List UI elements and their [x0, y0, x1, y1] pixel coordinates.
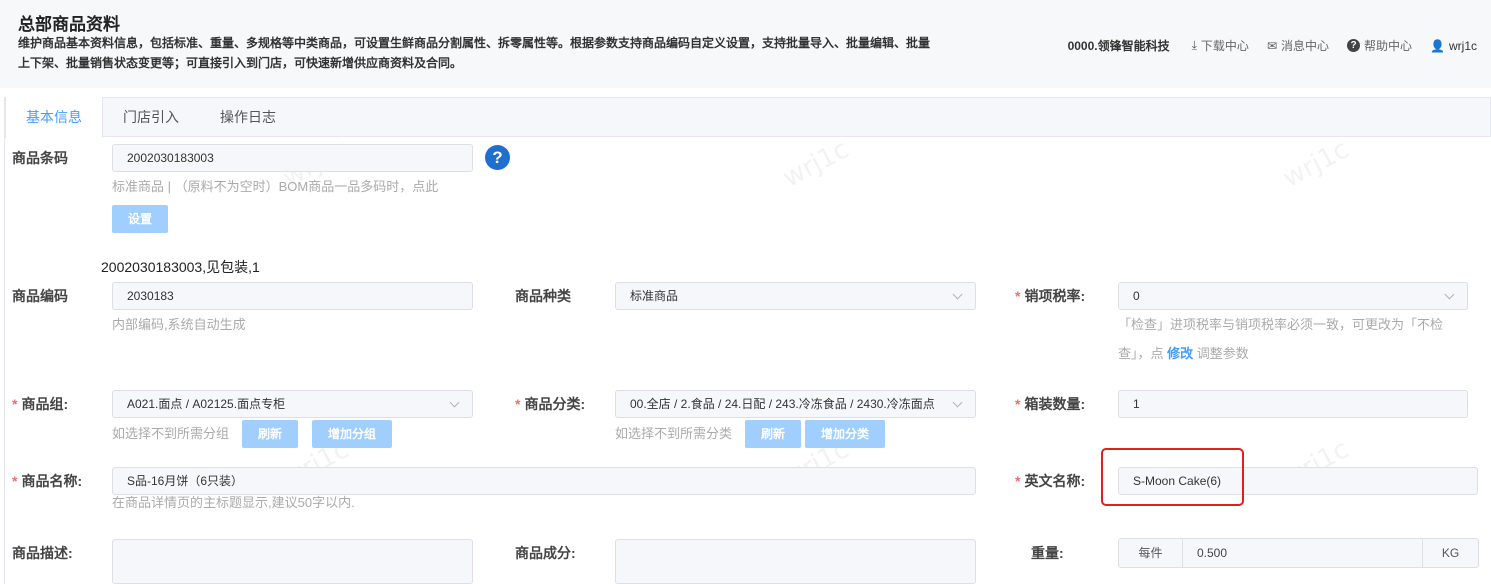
english-name-label: * 英文名称: [1015, 473, 1086, 489]
message-center-link[interactable]: ✉ 消息中心 [1267, 37, 1329, 54]
code-hint: 内部编码,系统自动生成 [112, 317, 246, 332]
barcode-summary: 2002030183003,见包装,1 [101, 259, 260, 275]
watermark: wrj1c [778, 134, 854, 194]
code-input[interactable]: 2030183 [112, 282, 473, 310]
box-qty-input[interactable]: 1 [1118, 390, 1468, 418]
form-area: wrj1c wrj1c wrj1c wrj1c wrj1c wrj1c 商品条码… [4, 134, 1491, 584]
page-description: 维护商品基本资料信息，包括标准、重量、多规格等中类商品，可设置生鲜商品分割属性、… [18, 36, 931, 70]
page-header: 总部商品资料 维护商品基本资料信息，包括标准、重量、多规格等中类商品，可设置生鲜… [0, 0, 1491, 88]
group-label: * 商品组: [12, 396, 69, 412]
weight-unit: KG [1422, 539, 1478, 567]
description-label: 商品描述: [12, 545, 73, 561]
tax-hint-line2: 查」，点 修改 调整参数 [1118, 346, 1249, 361]
question-circle-icon: ? [1347, 39, 1361, 52]
weight-input[interactable]: 0.500 [1183, 539, 1422, 567]
user-menu[interactable]: 👤 wrj1c [1430, 39, 1477, 53]
category-label: * 商品分类: [515, 396, 586, 412]
tab-operation-log[interactable]: 操作日志 [200, 97, 296, 137]
add-category-button[interactable]: 增加分类 [805, 420, 885, 448]
tax-select[interactable]: 0 [1118, 282, 1468, 310]
ingredients-label: 商品成分: [515, 545, 576, 561]
add-group-button[interactable]: 增加分组 [312, 420, 392, 448]
group-hint: 如选择不到所需分组 [112, 426, 230, 441]
group-refresh-button[interactable]: 刷新 [242, 420, 298, 448]
ingredients-textarea[interactable] [615, 539, 976, 584]
kind-label: 商品种类 [515, 288, 571, 304]
barcode-input[interactable]: 2002030183003 [112, 144, 473, 172]
category-hint: 如选择不到所需分类 [615, 426, 733, 441]
name-label: * 商品名称: [12, 473, 83, 489]
code-label: 商品编码 [12, 288, 68, 304]
user-icon: 👤 [1430, 38, 1445, 53]
weight-prefix: 每件 [1119, 539, 1183, 567]
header-toolbar: 0000.领锋智能科技 ⤓ 下载中心 ✉ 消息中心 ? 帮助中心 👤 wrj1c [1068, 37, 1477, 54]
barcode-label: 商品条码 [12, 150, 68, 166]
weight-input-group: 每件 0.500 KG [1118, 538, 1479, 568]
tab-bar: 基本信息 门店引入 操作日志 [4, 97, 1491, 138]
help-center-link[interactable]: ? 帮助中心 [1347, 37, 1412, 54]
tax-label: * 销项税率: [1015, 288, 1086, 304]
question-icon[interactable]: ? [485, 145, 510, 170]
tax-hint-line1: 「检查」进项税率与销项税率必须一致，可更改为「不检 [1118, 317, 1444, 332]
tax-modify-link[interactable]: 修改 [1167, 346, 1193, 361]
group-select[interactable]: A021.面点 / A02125.面点专柜 [112, 390, 473, 418]
tab-store-import[interactable]: 门店引入 [103, 97, 199, 137]
mail-icon: ✉ [1266, 38, 1277, 53]
watermark: wrj1c [1278, 134, 1354, 194]
category-select[interactable]: 00.全店 / 2.食品 / 24.日配 / 243.冷冻食品 / 2430.冷… [615, 390, 976, 418]
kind-select[interactable]: 标准商品 [615, 282, 976, 310]
download-center-link[interactable]: ⤓ 下载中心 [1192, 37, 1249, 54]
description-textarea[interactable] [112, 539, 473, 584]
highlight-box [1101, 448, 1244, 506]
category-refresh-button[interactable]: 刷新 [745, 420, 801, 448]
barcode-set-button[interactable]: 设置 [112, 205, 168, 233]
barcode-hint: 标准商品 | （原料不为空时）BOM商品一品多码时，点此 [112, 179, 439, 194]
box-qty-label: * 箱装数量: [1015, 396, 1086, 412]
download-icon: ⤓ [1191, 38, 1197, 52]
name-hint: 在商品详情页的主标题显示,建议50字以内. [112, 495, 355, 510]
weight-label: 重量: [1031, 545, 1064, 561]
page-title: 总部商品资料 [18, 15, 120, 34]
company-name[interactable]: 0000.领锋智能科技 [1068, 37, 1170, 54]
tab-basic-info[interactable]: 基本信息 [5, 97, 103, 138]
